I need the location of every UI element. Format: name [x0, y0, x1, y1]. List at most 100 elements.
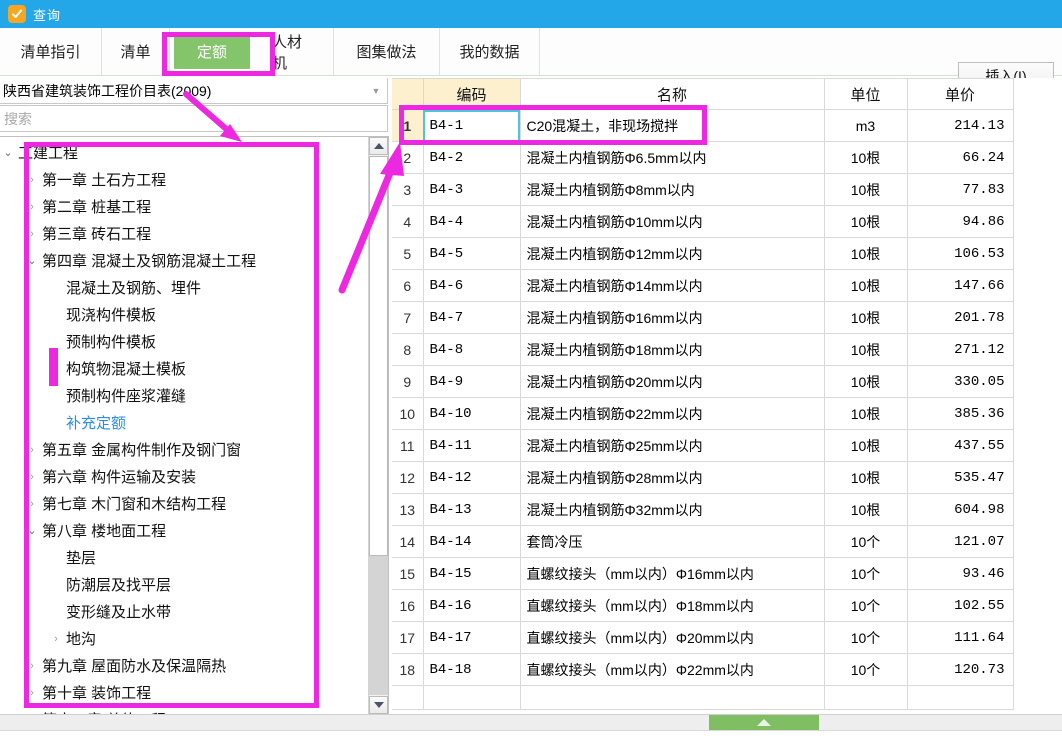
cell-unit[interactable]: 10根: [823, 461, 908, 494]
cell-name[interactable]: 直螺纹接头（mm以内）Φ16mm以内: [519, 557, 825, 590]
cell-name[interactable]: 混凝土内植钢筋Φ16mm以内: [519, 301, 825, 334]
cell-unit[interactable]: 10根: [823, 301, 908, 334]
cell-price[interactable]: 271.12: [906, 333, 1014, 366]
table-row[interactable]: 13 B4-13 混凝土内植钢筋Φ32mm以内 10根 604.98: [392, 493, 1014, 526]
tree-item[interactable]: › 第五章 金属构件制作及钢门窗: [0, 436, 368, 463]
cell-name[interactable]: 直螺纹接头（mm以内）Φ22mm以内: [519, 653, 825, 686]
cell-name[interactable]: 套筒冷压: [519, 525, 825, 558]
column-header-rownum[interactable]: [392, 78, 424, 110]
cell-unit[interactable]: 10根: [823, 205, 908, 238]
table-row[interactable]: 15 B4-15 直螺纹接头（mm以内）Φ16mm以内 10个 93.46: [392, 557, 1014, 590]
cell-code[interactable]: B4-9: [422, 365, 521, 398]
cell-name[interactable]: 混凝土内植钢筋Φ32mm以内: [519, 493, 825, 526]
cell-code[interactable]: B4-15: [422, 557, 521, 590]
tree-item[interactable]: 防潮层及找平层: [0, 571, 368, 598]
scroll-down-button[interactable]: [369, 696, 388, 714]
catalog-select[interactable]: 陕西省建筑装饰工程价目表(2009) ▼: [0, 78, 388, 104]
tree-item[interactable]: › 第九章 屋面防水及保温隔热: [0, 652, 368, 679]
table-row[interactable]: 3 B4-3 混凝土内植钢筋Φ8mm以内 10根 77.83: [392, 173, 1014, 206]
chevron-down-icon[interactable]: ⌄: [0, 146, 16, 159]
chevron-right-icon[interactable]: ›: [48, 363, 64, 375]
chevron-right-icon[interactable]: ›: [48, 633, 64, 645]
tree-item[interactable]: › 构筑物混凝土模板: [0, 355, 368, 382]
cell-unit[interactable]: 10个: [823, 621, 908, 654]
search-input[interactable]: 搜索: [0, 105, 388, 132]
cell-name[interactable]: 混凝土内植钢筋Φ6.5mm以内: [519, 141, 825, 174]
tree-item[interactable]: › 第一章 土石方工程: [0, 166, 368, 193]
tab-qingdan[interactable]: 清单: [102, 28, 170, 75]
table-row[interactable]: 2 B4-2 混凝土内植钢筋Φ6.5mm以内 10根 66.24: [392, 141, 1014, 174]
tab-dinge[interactable]: 定额: [174, 34, 250, 69]
tree-item[interactable]: ›第十一章 总体工程: [0, 706, 368, 714]
cell-price[interactable]: 214.13: [906, 109, 1014, 142]
chevron-right-icon[interactable]: ›: [24, 228, 40, 240]
tree-item[interactable]: 现浇构件模板: [0, 301, 368, 328]
table-row[interactable]: 6 B4-6 混凝土内植钢筋Φ14mm以内 10根 147.66: [392, 269, 1014, 302]
cell-unit[interactable]: 10根: [823, 173, 908, 206]
cell-name[interactable]: 混凝土内植钢筋Φ14mm以内: [519, 269, 825, 302]
tab-rencaiji[interactable]: 人材机: [254, 28, 334, 75]
table-row[interactable]: 17 B4-17 直螺纹接头（mm以内）Φ20mm以内 10个 111.64: [392, 621, 1014, 654]
cell-unit[interactable]: 10根: [823, 397, 908, 430]
cell-unit[interactable]: 10根: [823, 429, 908, 462]
table-row[interactable]: 18 B4-18 直螺纹接头（mm以内）Φ22mm以内 10个 120.73: [392, 653, 1014, 686]
chevron-right-icon[interactable]: ›: [24, 444, 40, 456]
tree-item[interactable]: › 第七章 木门窗和木结构工程: [0, 490, 368, 517]
cell-price[interactable]: 66.24: [906, 141, 1014, 174]
table-row[interactable]: 7 B4-7 混凝土内植钢筋Φ16mm以内 10根 201.78: [392, 301, 1014, 334]
cell-unit[interactable]: 10个: [823, 653, 908, 686]
cell-name[interactable]: 混凝土内植钢筋Φ25mm以内: [519, 429, 825, 462]
cell-code[interactable]: B4-1: [422, 109, 521, 142]
cell-name[interactable]: 混凝土内植钢筋Φ8mm以内: [519, 173, 825, 206]
chevron-right-icon[interactable]: ›: [24, 687, 40, 699]
tree-item[interactable]: 变形缝及止水带: [0, 598, 368, 625]
cell-unit[interactable]: 10个: [823, 557, 908, 590]
tree-item[interactable]: 补充定额: [0, 409, 368, 436]
tab-qingdanzhiyin[interactable]: 清单指引: [0, 28, 102, 75]
column-header-unit[interactable]: 单位: [823, 78, 908, 110]
cell-code[interactable]: B4-18: [422, 653, 521, 686]
tree-item[interactable]: ⌄ 工建工程: [0, 139, 368, 166]
cell-price[interactable]: 535.47: [906, 461, 1014, 494]
cell-name[interactable]: 混凝土内植钢筋Φ20mm以内: [519, 365, 825, 398]
chevron-right-icon[interactable]: ›: [24, 498, 40, 510]
tree-item[interactable]: 预制构件座浆灌缝: [0, 382, 368, 409]
tab-wodeshuju[interactable]: 我的数据: [440, 28, 540, 75]
cell-code[interactable]: B4-17: [422, 621, 521, 654]
cell-name[interactable]: 混凝土内植钢筋Φ12mm以内: [519, 237, 825, 270]
cell-price[interactable]: 121.07: [906, 525, 1014, 558]
table-row[interactable]: 9 B4-9 混凝土内植钢筋Φ20mm以内 10根 330.05: [392, 365, 1014, 398]
cell-name[interactable]: 混凝土内植钢筋Φ10mm以内: [519, 205, 825, 238]
cell-price[interactable]: 604.98: [906, 493, 1014, 526]
splitter-collapse-handle[interactable]: [709, 715, 819, 730]
cell-code[interactable]: B4-7: [422, 301, 521, 334]
cell-unit[interactable]: 10根: [823, 365, 908, 398]
table-row[interactable]: 5 B4-5 混凝土内植钢筋Φ12mm以内 10根 106.53: [392, 237, 1014, 270]
tree-item[interactable]: › 第六章 构件运输及安装: [0, 463, 368, 490]
cell-code[interactable]: B4-2: [422, 141, 521, 174]
cell-code[interactable]: B4-6: [422, 269, 521, 302]
cell-price[interactable]: 93.46: [906, 557, 1014, 590]
tab-tujizuofa[interactable]: 图集做法: [334, 28, 440, 75]
cell-code[interactable]: B4-11: [422, 429, 521, 462]
cell-price[interactable]: 120.73: [906, 653, 1014, 686]
cell-unit[interactable]: 10根: [823, 333, 908, 366]
cell-price[interactable]: 94.86: [906, 205, 1014, 238]
column-header-code[interactable]: 编码: [422, 78, 521, 110]
cell-code[interactable]: B4-5: [422, 237, 521, 270]
chevron-down-icon[interactable]: ⌄: [24, 254, 40, 267]
cell-unit[interactable]: 10根: [823, 237, 908, 270]
tree-item[interactable]: 混凝土及钢筋、埋件: [0, 274, 368, 301]
cell-price[interactable]: 147.66: [906, 269, 1014, 302]
cell-code[interactable]: B4-13: [422, 493, 521, 526]
table-row[interactable]: 1 B4-1 C20混凝土，非现场搅拌 m3 214.13: [392, 109, 1014, 142]
chevron-down-icon[interactable]: ⌄: [24, 524, 40, 537]
table-row[interactable]: 4 B4-4 混凝土内植钢筋Φ10mm以内 10根 94.86: [392, 205, 1014, 238]
cell-name[interactable]: 直螺纹接头（mm以内）Φ20mm以内: [519, 621, 825, 654]
catalog-tree[interactable]: ⌄ 工建工程 › 第一章 土石方工程 › 第二章 桩基工程 › 第三章 砖石工程 ⌄ 第四章 混凝…: [0, 137, 368, 714]
cell-name[interactable]: 混凝土内植钢筋Φ28mm以内: [519, 461, 825, 494]
scrollbar-track[interactable]: [369, 556, 388, 695]
table-row[interactable]: 11 B4-11 混凝土内植钢筋Φ25mm以内 10根 437.55: [392, 429, 1014, 462]
cell-price[interactable]: 201.78: [906, 301, 1014, 334]
chevron-down-icon[interactable]: ▼: [365, 86, 387, 96]
